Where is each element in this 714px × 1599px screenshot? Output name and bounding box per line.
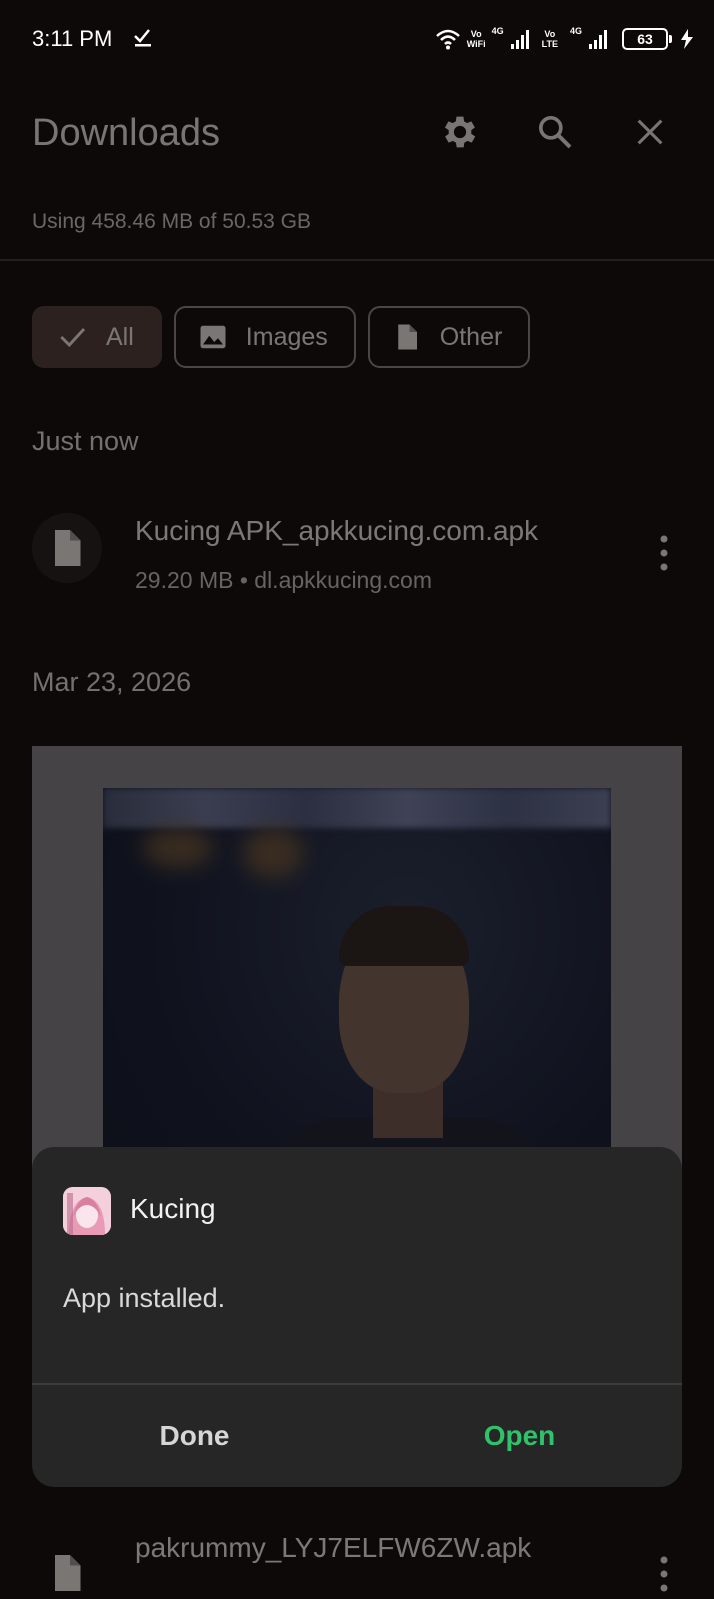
check-icon bbox=[60, 328, 86, 348]
download-filename: pakrummy_LYJ7ELFW6ZW.apk bbox=[135, 1532, 532, 1563]
section-header-date: Mar 23, 2026 bbox=[32, 667, 192, 697]
file-icon-container bbox=[32, 513, 102, 583]
image-thumbnail[interactable] bbox=[32, 746, 682, 1216]
close-button[interactable] bbox=[626, 108, 674, 156]
image-icon bbox=[200, 325, 226, 349]
file-icon bbox=[55, 1555, 81, 1591]
more-options-icon[interactable] bbox=[654, 1554, 674, 1594]
download-meta: 29.20 MB • dl.apkkucing.com bbox=[135, 567, 432, 593]
signal-icon-2 bbox=[589, 30, 607, 49]
settings-button[interactable] bbox=[436, 108, 484, 156]
header-divider bbox=[0, 259, 714, 261]
status-bar: 3:11 PM Vo WiFi 4G Vo LTE 4G 63 bbox=[0, 0, 714, 80]
download-item[interactable]: Kucing APK_apkkucing.com.apk 29.20 MB • … bbox=[0, 495, 714, 605]
done-button[interactable]: Done bbox=[32, 1385, 357, 1487]
app-icon-image bbox=[63, 1187, 111, 1235]
search-icon bbox=[539, 116, 572, 149]
dialog-app-name: Kucing bbox=[130, 1193, 216, 1224]
storage-usage: Using 458.46 MB of 50.53 GB bbox=[32, 210, 311, 233]
signal-icon bbox=[510, 30, 529, 49]
status-icons: Vo WiFi 4G Vo LTE 4G 63 bbox=[435, 24, 696, 54]
section-header-just-now: Just now bbox=[32, 426, 139, 456]
search-button[interactable] bbox=[531, 108, 579, 156]
file-icon-container bbox=[32, 1538, 102, 1599]
more-options-icon[interactable] bbox=[654, 533, 674, 573]
volte-label: Vo LTE bbox=[541, 29, 558, 49]
page-title: Downloads bbox=[32, 112, 220, 154]
filter-chip-other[interactable]: Other bbox=[367, 306, 531, 368]
network-4g-label: 4G bbox=[491, 26, 504, 36]
file-icon bbox=[398, 324, 417, 350]
app-icon bbox=[63, 1187, 111, 1235]
download-filename: Kucing APK_apkkucing.com.apk bbox=[135, 515, 539, 546]
install-dialog: Kucing App installed. Done Open bbox=[32, 1147, 682, 1487]
filter-chip-all[interactable]: All bbox=[32, 306, 162, 368]
wifi-icon bbox=[435, 29, 460, 50]
charging-icon bbox=[681, 29, 693, 49]
download-item-2[interactable]: pakrummy_LYJ7ELFW6ZW.apk bbox=[0, 1520, 714, 1599]
network-4g-label-2: 4G bbox=[569, 26, 582, 36]
filter-chip-label: Other bbox=[439, 322, 503, 351]
screen: 3:11 PM Vo WiFi 4G Vo LTE 4G 63 Download… bbox=[0, 0, 714, 1599]
filter-chips: All Images Other bbox=[32, 306, 531, 368]
filter-chip-label: Images bbox=[245, 322, 328, 351]
battery-indicator: 63 bbox=[622, 28, 672, 50]
open-button[interactable]: Open bbox=[357, 1385, 682, 1487]
vowifi-label: Vo WiFi bbox=[466, 29, 486, 49]
filter-chip-label: All bbox=[106, 322, 134, 351]
file-icon bbox=[55, 530, 81, 566]
filter-chip-images[interactable]: Images bbox=[173, 306, 356, 368]
status-time: 3:11 PM bbox=[32, 26, 113, 51]
gear-icon bbox=[444, 116, 476, 148]
dialog-message: App installed. bbox=[63, 1283, 226, 1313]
close-icon bbox=[637, 119, 663, 145]
download-done-icon bbox=[134, 29, 151, 47]
